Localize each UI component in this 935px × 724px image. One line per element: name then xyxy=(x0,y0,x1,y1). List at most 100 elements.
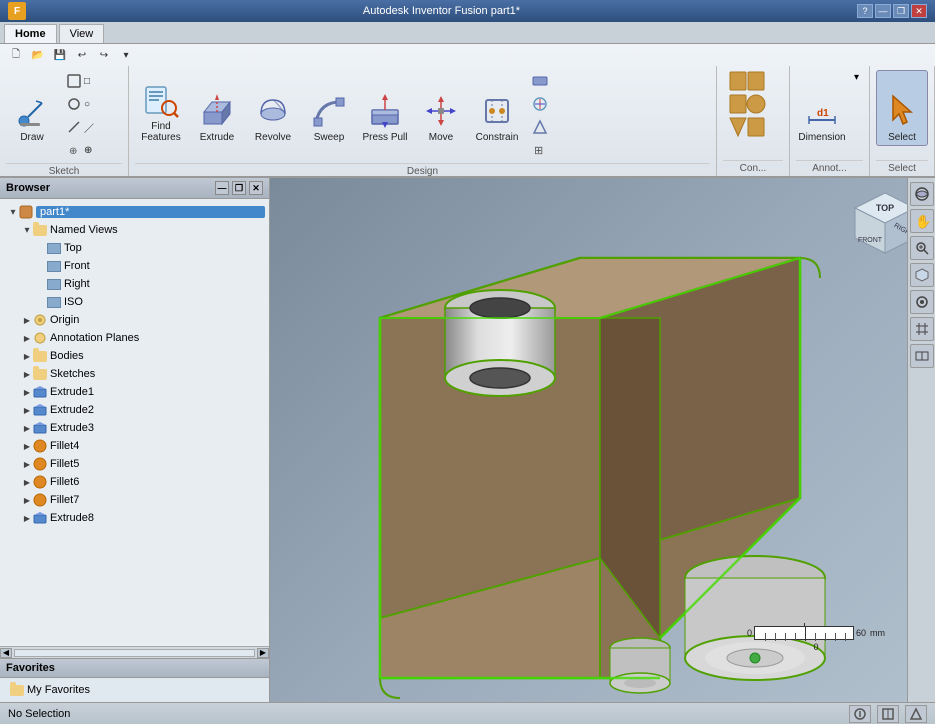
app-icon: F xyxy=(8,2,26,20)
my-favorites-item[interactable]: My Favorites xyxy=(6,682,263,698)
zoom-button[interactable] xyxy=(910,236,934,260)
sketch-tool-1[interactable]: □ xyxy=(62,70,122,92)
design-extra-4[interactable]: ⊞ xyxy=(527,139,587,161)
orbit-button[interactable] xyxy=(910,182,934,206)
minimize-button[interactable]: — xyxy=(875,4,891,18)
browser-restore-btn[interactable]: ❐ xyxy=(232,181,246,195)
revolve-button[interactable]: Revolve xyxy=(247,70,299,146)
extrude-button[interactable]: Extrude xyxy=(191,70,243,146)
tree-item-fillet5[interactable]: Fillet5 xyxy=(0,455,269,473)
tree-item-annotation-planes[interactable]: Annotation Planes xyxy=(0,329,269,347)
extrude2-icon xyxy=(32,402,48,418)
press-pull-button[interactable]: Press Pull xyxy=(359,70,411,146)
ribbon-section-design: Find Features Extrude xyxy=(129,66,717,176)
dimension-button[interactable]: d1 Dimension xyxy=(796,70,848,146)
viewport[interactable]: TOP FRONT RIGHT xyxy=(270,178,935,702)
tree-arrow-fillet7 xyxy=(22,495,32,505)
tree-label-fillet7: Fillet7 xyxy=(50,494,265,506)
con-btn-3[interactable] xyxy=(723,116,783,138)
status-btn-1[interactable] xyxy=(849,705,871,723)
annot-dropdown[interactable]: ▾ xyxy=(852,70,861,85)
scroll-left-btn[interactable]: ◀ xyxy=(0,648,12,658)
con-btn-1[interactable] xyxy=(723,70,783,92)
restore-button[interactable]: ❐ xyxy=(893,4,909,18)
tree-item-fillet6[interactable]: Fillet6 xyxy=(0,473,269,491)
tree-item-extrude1[interactable]: Extrude1 xyxy=(0,383,269,401)
con-btn-2[interactable] xyxy=(723,93,783,115)
constrain-button[interactable]: Constrain xyxy=(471,70,523,146)
scroll-right-btn[interactable]: ▶ xyxy=(257,648,269,658)
tab-home[interactable]: Home xyxy=(4,24,57,43)
tree-label-origin: Origin xyxy=(50,314,265,326)
quick-redo-btn[interactable]: ↪ xyxy=(94,46,114,64)
design-extra-3[interactable] xyxy=(527,116,587,138)
grid-button[interactable] xyxy=(910,317,934,341)
browser-scrollbar[interactable]: ◀ ▶ xyxy=(0,646,269,658)
top-view-icon xyxy=(46,240,62,256)
tree-item-iso[interactable]: ISO xyxy=(0,293,269,311)
tab-view[interactable]: View xyxy=(59,24,105,43)
tree-item-right[interactable]: Right xyxy=(0,275,269,293)
tree-item-extrude8[interactable]: Extrude8 xyxy=(0,509,269,527)
tree-item-origin[interactable]: Origin xyxy=(0,311,269,329)
titlebar-controls: ? — ❐ ✕ xyxy=(857,4,927,18)
sweep-button[interactable]: Sweep xyxy=(303,70,355,146)
tree-label-part1: part1* xyxy=(36,206,265,218)
status-btn-3[interactable] xyxy=(905,705,927,723)
con-section-label: Con... xyxy=(723,160,783,174)
help-button[interactable]: ? xyxy=(857,4,873,18)
panels-button[interactable] xyxy=(910,344,934,368)
tree-item-bodies[interactable]: Bodies xyxy=(0,347,269,365)
titlebar: F Autodesk Inventor Fusion part1* ? — ❐ … xyxy=(0,0,935,22)
tree-item-fillet4[interactable]: Fillet4 xyxy=(0,437,269,455)
tree-arrow-right xyxy=(36,279,46,289)
tree-item-part1[interactable]: part1* xyxy=(0,203,269,221)
tree-arrow-part1 xyxy=(8,207,18,217)
quick-more-btn[interactable]: ▾ xyxy=(116,46,136,64)
tree-item-front[interactable]: Front xyxy=(0,257,269,275)
move-icon xyxy=(422,92,460,130)
view-cube-button[interactable] xyxy=(910,263,934,287)
design-extra-1[interactable] xyxy=(527,70,587,92)
select-button[interactable]: Select xyxy=(876,70,928,146)
design-extra-2[interactable] xyxy=(527,93,587,115)
tree-item-extrude2[interactable]: Extrude2 xyxy=(0,401,269,419)
design-buttons: Find Features Extrude xyxy=(135,70,710,161)
tree-arrow-bodies xyxy=(22,351,32,361)
revolve-icon xyxy=(254,92,292,130)
sketch-tool-4[interactable]: ⊕ ⊕ xyxy=(62,139,122,161)
browser-close-btn[interactable]: ✕ xyxy=(249,181,263,195)
tree-arrow-named-views xyxy=(22,225,32,235)
status-btn-2[interactable] xyxy=(877,705,899,723)
quick-save-btn[interactable]: 💾 xyxy=(50,46,70,64)
close-button[interactable]: ✕ xyxy=(911,4,927,18)
quick-new-btn[interactable]: 🗋 xyxy=(6,46,26,64)
tree-item-extrude3[interactable]: Extrude3 xyxy=(0,419,269,437)
sketch-tool-3[interactable]: ／ xyxy=(62,116,122,138)
draw-button[interactable]: Draw xyxy=(6,70,58,146)
quick-undo-btn[interactable]: ↩ xyxy=(72,46,92,64)
move-button[interactable]: Move xyxy=(415,70,467,146)
find-features-button[interactable]: Find Features xyxy=(135,70,187,146)
look-at-button[interactable] xyxy=(910,290,934,314)
browser-minimize-btn[interactable]: — xyxy=(215,181,229,195)
tree-item-sketches[interactable]: Sketches xyxy=(0,365,269,383)
tabbar: Home View xyxy=(0,22,935,44)
select-buttons: Select xyxy=(876,70,928,158)
sketch-tool-2[interactable]: ○ xyxy=(62,93,122,115)
tree-item-top[interactable]: Top xyxy=(0,239,269,257)
statusbar-right xyxy=(849,705,927,723)
quick-open-btn[interactable]: 📂 xyxy=(28,46,48,64)
ribbon: 🗋 📂 💾 ↩ ↪ ▾ Draw xyxy=(0,44,935,178)
fillet6-icon xyxy=(32,474,48,490)
titlebar-left: F xyxy=(8,2,26,20)
tree-item-fillet7[interactable]: Fillet7 xyxy=(0,491,269,509)
pan-button[interactable]: ✋ xyxy=(910,209,934,233)
tree-item-named-views[interactable]: Named Views xyxy=(0,221,269,239)
con-small-buttons xyxy=(723,70,783,138)
press-pull-icon xyxy=(366,92,404,130)
tree-arrow-extrude3 xyxy=(22,423,32,433)
statusbar: No Selection xyxy=(0,702,935,724)
browser-panel: Browser — ❐ ✕ part1* xyxy=(0,178,270,702)
svg-text:d1: d1 xyxy=(817,108,829,119)
